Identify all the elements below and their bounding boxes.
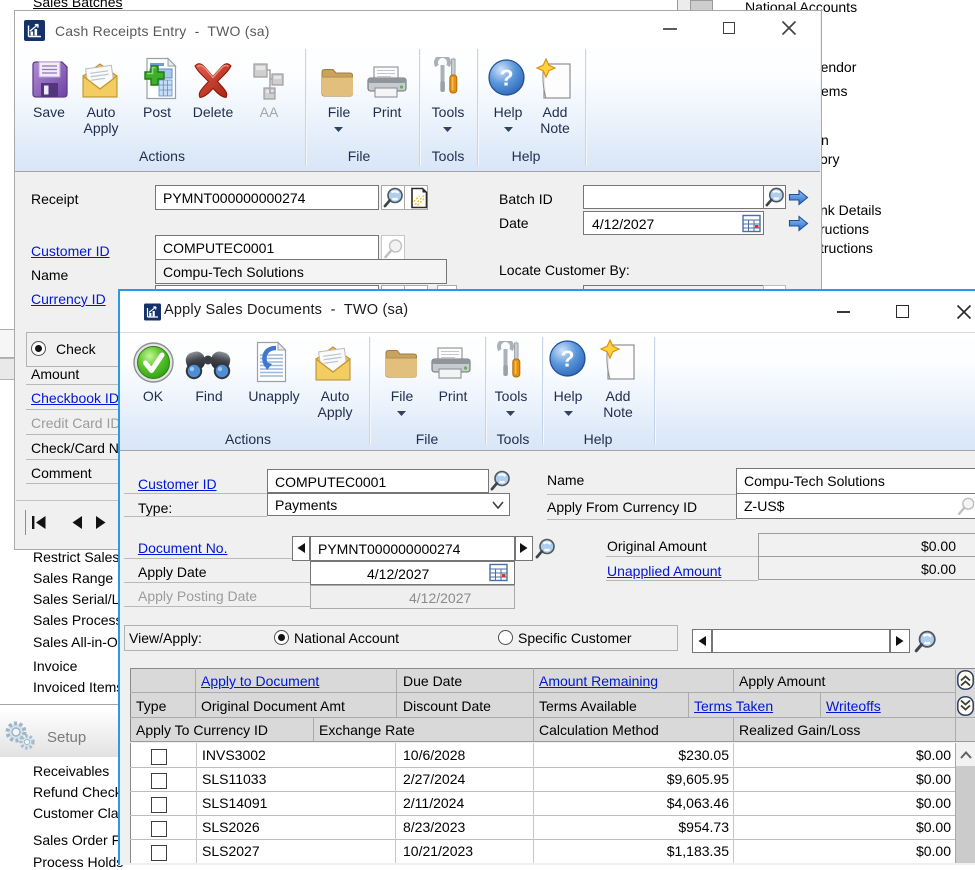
- svg-text:?: ?: [560, 346, 574, 372]
- svg-text:?: ?: [499, 65, 513, 91]
